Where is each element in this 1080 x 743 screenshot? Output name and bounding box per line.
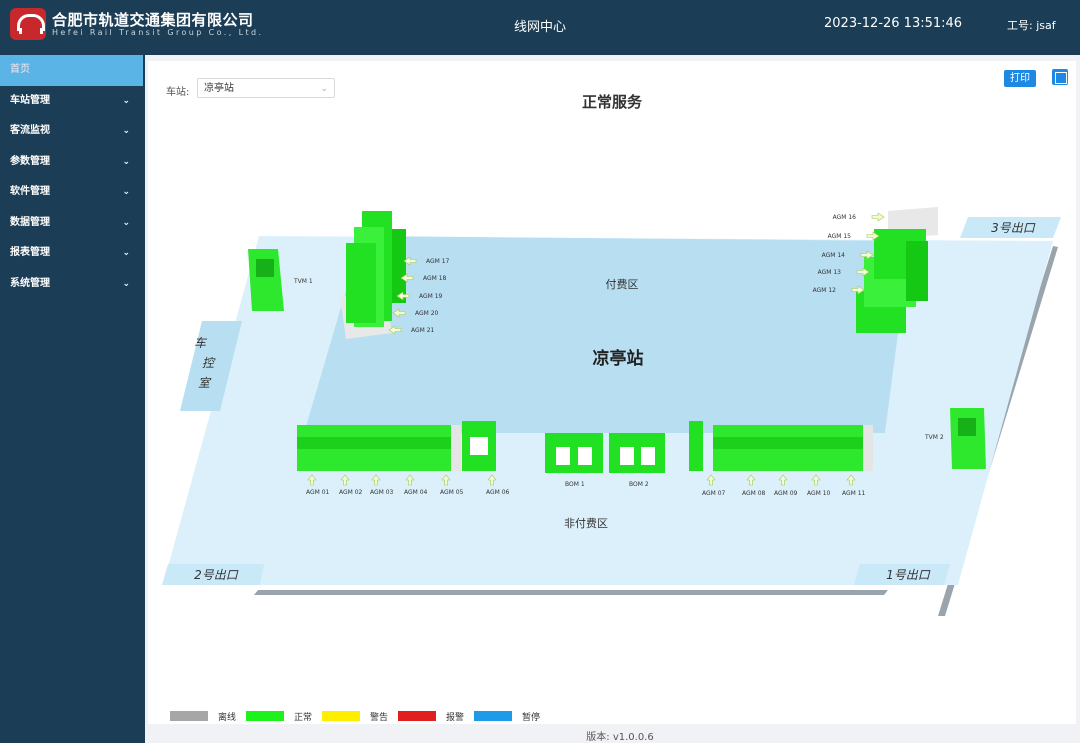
agm-label: AGM 17: [426, 258, 450, 265]
agm-label: AGM 09: [774, 490, 798, 497]
agm-label: AGM 02: [339, 489, 363, 496]
legend-alarm-swatch: [398, 711, 436, 721]
user-id[interactable]: 工号: jsaf: [1007, 17, 1056, 33]
chevron-down-icon: ⌄: [122, 156, 130, 167]
sidebar-item-data-management[interactable]: 数据管理 ⌄: [0, 208, 143, 239]
control-room-label-2: 控: [202, 356, 216, 370]
agm-row-bottom-left[interactable]: [297, 421, 496, 471]
legend-offline-label: 离线: [218, 711, 236, 723]
bom-1[interactable]: [545, 433, 603, 473]
agm-label: AGM 07: [702, 490, 726, 497]
agm-label: AGM 08: [742, 490, 766, 497]
svg-text:TVM 2: TVM 2: [924, 434, 944, 441]
sidebar-item-station-management[interactable]: 车站管理 ⌄: [0, 86, 143, 117]
control-room-label-3: 室: [198, 376, 212, 390]
control-room-label-1: 车: [194, 336, 208, 350]
agm-label: BOM 1: [565, 481, 585, 488]
chevron-down-icon: ⌄: [122, 278, 130, 289]
chevron-down-icon: ⌄: [122, 126, 130, 136]
company-name-en: Hefei Rail Transit Group Co., Ltd.: [52, 28, 264, 37]
station-monitor-panel: 付费区 非付费区 凉亭站 车 控 室 2号出口 1号出口 3号出口 TVM 1 …: [148, 61, 1076, 724]
legend-warning-label: 警告: [370, 711, 388, 723]
floor-shadow-bottom: [254, 590, 888, 595]
agm-label: AGM 01: [306, 489, 330, 496]
service-status-title: 正常服务: [581, 93, 642, 111]
header-datetime: 2023-12-26 13:51:46: [824, 16, 963, 31]
sidebar-item-label: 系统管理: [10, 277, 50, 289]
station-name-label: 凉亭站: [593, 348, 644, 369]
legend-alarm-label: 报警: [446, 711, 464, 723]
sidebar-item-home[interactable]: 首页: [0, 55, 143, 86]
sidebar-item-label: 数据管理: [10, 216, 50, 228]
sidebar-item-label: 客流监视: [10, 125, 50, 136]
legend-offline-swatch: [170, 711, 208, 721]
agm-label: AGM 13: [818, 269, 842, 276]
sidebar-item-report-management[interactable]: 报表管理 ⌄: [0, 238, 143, 269]
center-title: 线网中心: [514, 20, 567, 35]
agm-label: AGM 20: [415, 310, 439, 317]
sidebar-item-label: 软件管理: [10, 186, 50, 197]
legend-normal-label: 正常: [294, 711, 312, 723]
bom-2[interactable]: [609, 433, 665, 473]
sidebar-item-label: 参数管理: [10, 155, 50, 167]
agm-row-bottom-right[interactable]: [689, 421, 873, 471]
agm-label: AGM 18: [423, 275, 447, 282]
exit-2-label: 2号出口: [194, 568, 239, 582]
sidebar-item-system-management[interactable]: 系统管理 ⌄: [0, 269, 143, 300]
version-label: 版本: v1.0.0.6: [586, 732, 654, 743]
unpaid-area-label: 非付费区: [564, 517, 608, 530]
legend-normal-swatch: [246, 711, 284, 721]
agm-label: AGM 06: [486, 489, 510, 496]
entry-arrow-icon: [871, 212, 885, 222]
print-button[interactable]: 打印: [1004, 70, 1036, 87]
agm-label: AGM 15: [828, 233, 852, 240]
company-logo-icon: [10, 8, 46, 40]
paid-area-label: 付费区: [606, 278, 639, 291]
agm-label: AGM 05: [440, 489, 464, 496]
legend-paused-swatch: [474, 711, 512, 721]
chevron-down-icon: ⌄: [122, 248, 130, 258]
agm-label: AGM 12: [813, 287, 837, 294]
sidebar-item-label: 报表管理: [10, 247, 50, 258]
agm-label: AGM 16: [833, 214, 857, 221]
fullscreen-icon[interactable]: [1052, 69, 1068, 85]
main-content: 付费区 非付费区 凉亭站 车 控 室 2号出口 1号出口 3号出口 TVM 1 …: [145, 55, 1080, 743]
exit-1-label: 1号出口: [886, 568, 931, 582]
agm-label: AGM 21: [411, 327, 435, 334]
chevron-down-icon: ⌄: [122, 217, 130, 228]
agm-label: AGM 04: [404, 489, 428, 496]
agm-label: AGM 19: [419, 293, 443, 300]
agm-label: AGM 14: [822, 252, 846, 259]
chevron-down-icon: ⌄: [122, 187, 130, 197]
sidebar-item-label: 车站管理: [10, 94, 50, 106]
sidebar-menu: 首页 车站管理 ⌄ 客流监视 ⌄ 参数管理 ⌄ 软件管理 ⌄ 数据管理 ⌄ 报表管理 ⌄ 系…: [0, 55, 143, 743]
agm-label: AGM 11: [842, 490, 866, 497]
sidebar-item-label: 首页: [10, 64, 30, 75]
station-map: 付费区 非付费区 凉亭站 车 控 室 2号出口 1号出口 3号出口 TVM 1 …: [162, 207, 1061, 723]
svg-text:TVM 1: TVM 1: [293, 278, 313, 285]
legend-paused-label: 暂停: [522, 711, 540, 723]
agm-label: AGM 03: [370, 489, 394, 496]
agm-label: BOM 2: [629, 481, 649, 488]
sidebar-item-passenger-monitor[interactable]: 客流监视 ⌄: [0, 116, 143, 147]
chevron-down-icon: ⌄: [122, 95, 130, 106]
sidebar-item-parameter-management[interactable]: 参数管理 ⌄: [0, 147, 143, 178]
exit-3-label: 3号出口: [991, 221, 1036, 235]
sidebar-item-software-management[interactable]: 软件管理 ⌄: [0, 177, 143, 208]
legend-warning-swatch: [322, 711, 360, 721]
company-name-cn: 合肥市轨道交通集团有限公司: [52, 11, 254, 29]
top-header: 合肥市轨道交通集团有限公司 Hefei Rail Transit Group C…: [0, 0, 1080, 50]
agm-label: AGM 10: [807, 490, 831, 497]
